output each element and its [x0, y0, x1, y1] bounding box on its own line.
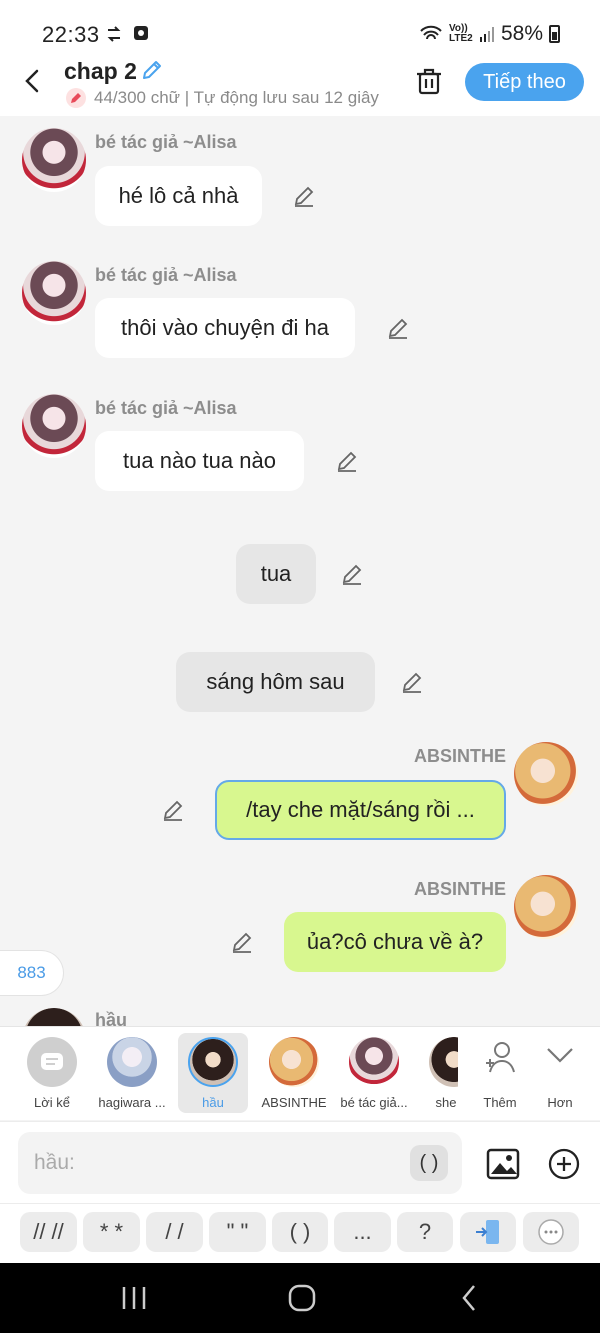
chat-bubble-more-icon [538, 1219, 564, 1245]
shortcut-slash[interactable]: / / [146, 1212, 203, 1252]
add-character-button[interactable]: Thêm [462, 1027, 538, 1121]
status-time: 22:33 [42, 22, 100, 47]
character-label: ABSINTHE [261, 1095, 327, 1110]
battery-percent: 58% [500, 22, 543, 45]
word-count-autosave: 44/300 chữ | Tự động lưu sau 12 giây [94, 88, 379, 107]
message-sender: hầu [95, 1010, 128, 1026]
transfer-icon [107, 26, 121, 42]
edit-message-icon[interactable] [161, 798, 185, 822]
shortcut-double-slash[interactable]: // // [20, 1212, 77, 1252]
edit-message-icon[interactable] [400, 670, 424, 694]
more-button[interactable]: Hơn [528, 1027, 592, 1121]
shortcut-parens[interactable]: ( ) [272, 1212, 328, 1252]
composer: hầu: ( ) [0, 1121, 600, 1203]
message-sender: ABSINTHE [413, 746, 506, 766]
character-absinthe[interactable]: ABSINTHE [254, 1027, 334, 1121]
narration-bubble[interactable]: tua [236, 544, 316, 604]
status-right: Vo)) LTE2 58% [419, 22, 560, 46]
message-sender: bé tác giả ~Alisa [95, 132, 237, 152]
message-sender: bé tác giả ~Alisa [95, 398, 237, 418]
back-icon[interactable] [452, 1281, 488, 1315]
character-bar: Lời kể hagiwara ... hầu ABSINTHE bé tác … [0, 1026, 600, 1120]
edit-message-icon[interactable] [292, 184, 316, 208]
avatar-absinthe [269, 1037, 319, 1087]
notification-icon [134, 26, 148, 40]
character-hau-selected[interactable]: hầu [178, 1033, 248, 1113]
narration-bubble[interactable]: sáng hôm sau [176, 652, 375, 712]
add-person-icon [486, 1042, 515, 1073]
home-icon[interactable] [284, 1281, 320, 1315]
paren-button[interactable]: ( ) [410, 1145, 448, 1181]
more-options-button[interactable] [523, 1212, 579, 1252]
shortcut-ellipsis[interactable]: ... [334, 1212, 391, 1252]
avatar-hagiwara [107, 1037, 157, 1087]
shortcut-quotes[interactable]: " " [209, 1212, 266, 1252]
character-narrator[interactable]: Lời kể [12, 1027, 92, 1121]
avatar-alisa[interactable] [22, 128, 86, 192]
chapter-title: chap 2 [64, 58, 137, 84]
recent-apps-icon[interactable] [116, 1281, 152, 1315]
edit-message-icon[interactable] [335, 449, 359, 473]
system-navigation-bar [0, 1263, 600, 1333]
avatar-alisa[interactable] [22, 261, 86, 325]
avatar-alisa [349, 1037, 399, 1087]
image-icon[interactable] [486, 1148, 520, 1180]
status-left-icons [104, 24, 150, 44]
phone-insert-button[interactable] [460, 1212, 516, 1252]
add-label: Thêm [483, 1095, 517, 1110]
message-bubble[interactable]: ủa?cô chưa về à? [284, 912, 506, 972]
edit-message-icon[interactable] [230, 930, 254, 954]
message-sender: ABSINTHE [413, 879, 506, 899]
shortcut-bar: // // * * / / " " ( ) ... ? [0, 1203, 600, 1263]
character-label: she [435, 1095, 457, 1110]
next-button[interactable]: Tiếp theo [465, 63, 584, 101]
add-circle-icon[interactable] [548, 1148, 580, 1180]
pencil-badge-icon [66, 88, 86, 108]
message-bubble[interactable]: thôi vào chuyện đi ha [95, 298, 355, 358]
network-label: Vo)) LTE2 [448, 23, 473, 44]
avatar-hau [188, 1037, 238, 1087]
character-hagiwara[interactable]: hagiwara ... [92, 1027, 172, 1121]
message-bubble[interactable]: tua nào tua nào [95, 431, 304, 491]
edit-message-icon[interactable] [386, 316, 410, 340]
signal-icon [479, 27, 494, 42]
chevron-down-icon [547, 1048, 573, 1063]
chat-area[interactable]: bé tác giả ~Alisa hé lô cả nhà bé tác gi… [0, 116, 600, 1026]
phone-insert-icon [476, 1220, 499, 1244]
avatar-hau[interactable] [22, 1008, 86, 1026]
message-counter[interactable]: 883 [0, 950, 64, 996]
message-input[interactable]: hầu: [18, 1132, 462, 1194]
back-arrow-icon[interactable] [18, 66, 48, 96]
avatar-she [429, 1037, 458, 1087]
editor-header: chap 2 44/300 chữ | Tự động lưu sau 12 g… [0, 58, 600, 116]
status-bar: 22:33 Vo)) LTE2 58% [0, 0, 600, 58]
narrator-icon [27, 1037, 77, 1087]
avatar-absinthe[interactable] [514, 875, 578, 939]
avatar-alisa[interactable] [22, 394, 86, 458]
wifi-icon [420, 25, 442, 40]
character-label: Lời kể [34, 1095, 70, 1110]
character-alisa[interactable]: bé tác giả... [334, 1027, 414, 1121]
shortcut-question[interactable]: ? [397, 1212, 453, 1252]
more-label: Hơn [547, 1095, 573, 1110]
character-label: hầu [202, 1095, 224, 1110]
avatar-absinthe[interactable] [514, 742, 578, 806]
message-bubble-selected[interactable]: /tay che mặt/sáng rồi ... [215, 780, 506, 840]
shortcut-asterisk[interactable]: * * [83, 1212, 140, 1252]
battery-icon [549, 25, 560, 43]
character-she[interactable]: she [414, 1027, 458, 1121]
edit-title-icon[interactable] [140, 58, 164, 82]
edit-message-icon[interactable] [340, 562, 364, 586]
character-label: hagiwara ... [98, 1095, 166, 1110]
trash-icon[interactable] [415, 66, 443, 96]
message-bubble[interactable]: hé lô cả nhà [95, 166, 262, 226]
character-label: bé tác giả... [340, 1095, 408, 1110]
message-sender: bé tác giả ~Alisa [95, 265, 237, 285]
